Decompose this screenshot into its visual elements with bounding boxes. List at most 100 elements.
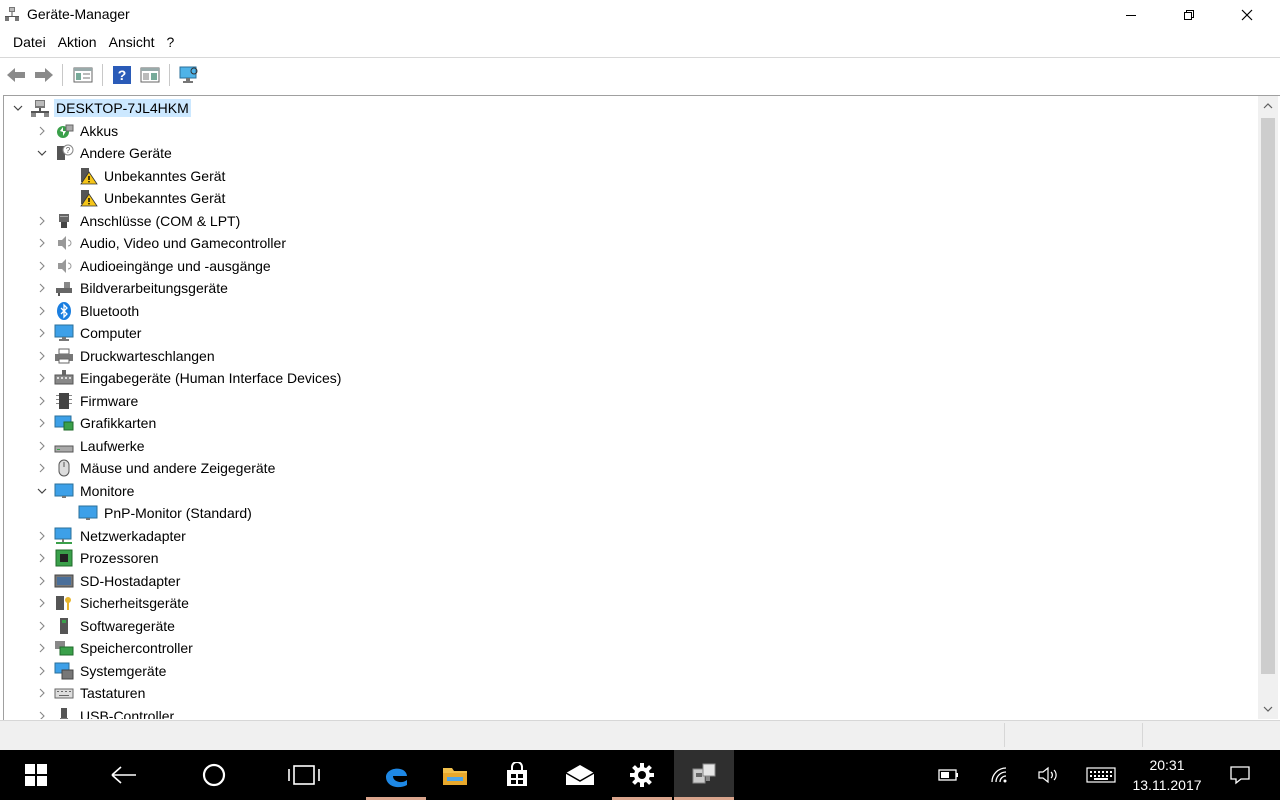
touch-keyboard-icon[interactable] — [1086, 765, 1116, 785]
tree-item-label: Firmware — [80, 392, 139, 409]
start-windows-icon[interactable] — [6, 750, 66, 800]
tree-item-label: PnP-Monitor (Standard) — [104, 505, 252, 521]
menu-datei[interactable]: Datei — [7, 31, 52, 56]
back-icon[interactable] — [94, 750, 154, 800]
expand-chevron-icon[interactable] — [36, 417, 48, 429]
drive-icon — [54, 437, 74, 455]
file-explorer-icon[interactable] — [425, 750, 485, 800]
tree-category-computer[interactable]: Computer — [36, 322, 143, 344]
menu-aktion[interactable]: Aktion — [52, 31, 103, 56]
show-hide-console-tree-icon[interactable] — [72, 64, 94, 86]
tree-category-bluetooth[interactable]: Bluetooth — [36, 300, 141, 322]
scan-hardware-icon[interactable] — [178, 64, 200, 86]
tree-category-druckwarteschlangen[interactable]: Druckwarteschlangen — [36, 345, 217, 367]
collapse-chevron-icon[interactable] — [12, 102, 24, 114]
expand-chevron-icon[interactable] — [36, 687, 48, 699]
tree-category-eingabegeraete-human-interface-devices[interactable]: Eingabegeräte (Human Interface Devices) — [36, 367, 343, 389]
device-manager-taskbar-icon[interactable] — [674, 750, 734, 800]
mouse-icon — [54, 459, 74, 477]
tree-category-andere-geraete[interactable]: ? Andere Geräte — [36, 142, 174, 164]
mail-icon[interactable] — [550, 750, 610, 800]
tree-item-label: Speichercontroller — [80, 640, 193, 656]
expand-chevron-icon[interactable] — [36, 282, 48, 294]
menu-help[interactable]: ? — [161, 31, 181, 56]
tree-category-firmware[interactable]: Firmware — [36, 390, 140, 412]
system-clock[interactable]: 20:31 13.11.2017 — [1120, 755, 1214, 795]
expand-chevron-icon[interactable] — [36, 552, 48, 564]
minimize-button[interactable] — [1102, 0, 1160, 30]
expand-chevron-icon[interactable] — [36, 710, 48, 719]
expand-chevron-icon[interactable] — [36, 305, 48, 317]
expand-chevron-icon[interactable] — [36, 597, 48, 609]
restore-button[interactable] — [1160, 0, 1218, 30]
scroll-up-icon[interactable] — [1258, 96, 1278, 116]
help-icon[interactable]: ? — [111, 64, 133, 86]
scrollbar-thumb[interactable] — [1261, 118, 1275, 674]
collapse-chevron-icon[interactable] — [36, 147, 48, 159]
tree-category-sd-hostadapter[interactable]: SD-Hostadapter — [36, 570, 182, 592]
expand-chevron-icon[interactable] — [36, 530, 48, 542]
tree-category-tastaturen[interactable]: Tastaturen — [36, 682, 147, 704]
tree-root-computer[interactable]: DESKTOP-7JL4HKM — [12, 97, 191, 119]
wifi-icon[interactable] — [988, 765, 1012, 785]
sd-icon — [54, 572, 74, 590]
task-view-icon[interactable] — [274, 750, 334, 800]
expand-chevron-icon[interactable] — [36, 237, 48, 249]
expand-chevron-icon[interactable] — [36, 215, 48, 227]
tree-category-audioeingaenge-und-ausgaenge[interactable]: Audioeingänge und -ausgänge — [36, 255, 273, 277]
forward-arrow-icon[interactable] — [33, 64, 55, 86]
tree-category-anschluesse-com-lpt[interactable]: Anschlüsse (COM & LPT) — [36, 210, 242, 232]
tree-category-speichercontroller[interactable]: Speichercontroller — [36, 637, 195, 659]
battery-icon[interactable] — [937, 765, 961, 785]
monitor-icon — [78, 504, 98, 522]
expand-chevron-icon[interactable] — [36, 395, 48, 407]
tree-item-label: Softwaregeräte — [80, 617, 175, 634]
tree-category-akkus[interactable]: Akkus — [36, 120, 120, 142]
action-center-icon[interactable] — [1228, 765, 1252, 785]
settings-gear-icon[interactable] — [612, 750, 672, 800]
tree-device-unbekanntes-geraet[interactable]: Unbekanntes Gerät — [60, 187, 227, 209]
expand-chevron-icon[interactable] — [36, 327, 48, 339]
menu-ansicht[interactable]: Ansicht — [103, 31, 161, 56]
store-icon[interactable] — [487, 750, 547, 800]
expand-chevron-icon[interactable] — [36, 440, 48, 452]
back-arrow-icon[interactable] — [5, 64, 27, 86]
collapse-chevron-icon[interactable] — [36, 485, 48, 497]
tree-category-grafikkarten[interactable]: Grafikkarten — [36, 412, 158, 434]
cortana-icon[interactable] — [184, 750, 244, 800]
tree-category-monitore[interactable]: Monitore — [36, 480, 136, 502]
volume-icon[interactable] — [1036, 765, 1060, 785]
tree-device-unbekanntes-geraet[interactable]: Unbekanntes Gerät — [60, 165, 227, 187]
edge-browser-icon[interactable] — [366, 750, 426, 800]
close-button[interactable] — [1218, 0, 1276, 30]
software-device-icon — [54, 617, 74, 635]
expand-chevron-icon[interactable] — [36, 642, 48, 654]
tree-category-bildverarbeitungsgeraete[interactable]: Bildverarbeitungsgeräte — [36, 277, 230, 299]
tree-category-prozessoren[interactable]: Prozessoren — [36, 547, 161, 569]
expand-chevron-icon[interactable] — [36, 665, 48, 677]
tree-category-netzwerkadapter[interactable]: Netzwerkadapter — [36, 525, 188, 547]
tree-device-pnp-monitor-standard[interactable]: PnP-Monitor (Standard) — [60, 502, 254, 524]
expand-chevron-icon[interactable] — [36, 462, 48, 474]
tree-category-audio-video-und-gamecontroller[interactable]: Audio, Video und Gamecontroller — [36, 232, 288, 254]
speaker-icon — [54, 257, 74, 275]
tree-category-usb-controller[interactable]: USB-Controller — [36, 705, 176, 719]
tree-category-systemgeraete[interactable]: Systemgeräte — [36, 660, 168, 682]
scroll-down-icon[interactable] — [1258, 699, 1278, 719]
tree-item-label: Netzwerkadapter — [80, 527, 186, 544]
properties-icon[interactable] — [139, 64, 161, 86]
expand-chevron-icon[interactable] — [36, 260, 48, 272]
printer-icon — [54, 347, 74, 365]
tree-category-maeuse-und-andere-zeigegeraete[interactable]: Mäuse und andere Zeigegeräte — [36, 457, 277, 479]
expand-chevron-icon[interactable] — [36, 620, 48, 632]
vertical-scrollbar[interactable] — [1258, 96, 1278, 719]
tree-category-softwaregeraete[interactable]: Softwaregeräte — [36, 615, 177, 637]
tree-category-sicherheitsgeraete[interactable]: Sicherheitsgeräte — [36, 592, 191, 614]
expand-chevron-icon[interactable] — [36, 125, 48, 137]
expand-chevron-icon[interactable] — [36, 575, 48, 587]
tree-category-laufwerke[interactable]: Laufwerke — [36, 435, 147, 457]
expand-chevron-icon[interactable] — [36, 372, 48, 384]
expand-chevron-icon[interactable] — [36, 350, 48, 362]
